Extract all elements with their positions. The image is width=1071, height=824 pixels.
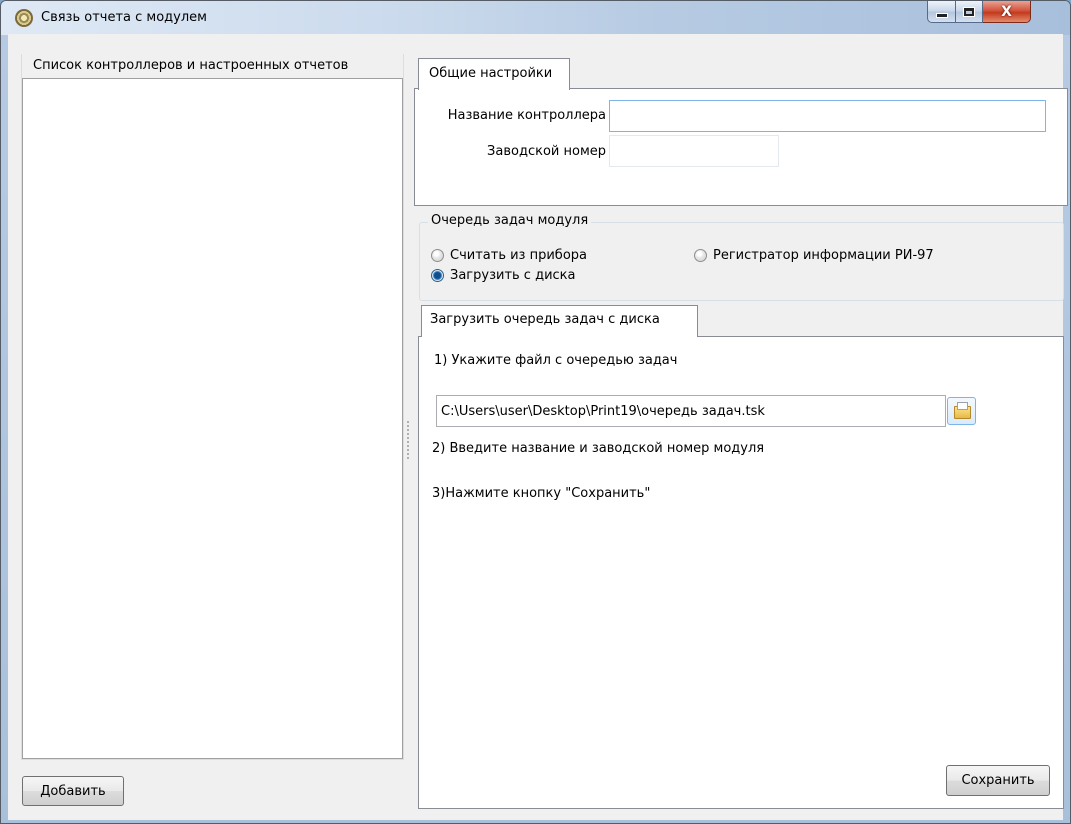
window-title: Связь отчета с модулем [41, 10, 207, 25]
radio-read-from-device[interactable]: Считать из прибора [431, 248, 587, 263]
tab-load-from-disk[interactable]: Загрузить очередь задач с диска [421, 305, 698, 337]
serial-number-input[interactable] [609, 135, 779, 167]
title-bar[interactable]: Связь отчета с модулем X [1, 1, 1070, 35]
serial-number-label: Заводской номер [487, 144, 606, 159]
add-button[interactable]: Добавить [22, 776, 124, 806]
tab-general-settings[interactable]: Общие настройки [418, 58, 570, 90]
client-area-top [8, 34, 1063, 56]
step2-text: 2) Введите название и заводской номер мо… [432, 441, 765, 456]
file-path-input[interactable] [436, 395, 946, 427]
controllers-group-title: Список контроллеров и настроенных отчето… [31, 58, 351, 73]
close-icon: X [1001, 3, 1012, 20]
minimize-icon [936, 14, 947, 17]
radio-load-from-disk[interactable]: Загрузить с диска [431, 268, 576, 283]
radio-checked-icon [431, 269, 444, 282]
task-queue-title: Очередь задач модуля [428, 213, 592, 228]
controllers-list[interactable] [22, 78, 403, 759]
step1-text: 1) Укажите файл с очередью задач [434, 353, 678, 368]
maximize-button[interactable] [956, 1, 983, 23]
browse-button[interactable] [947, 397, 976, 425]
radio-read-from-device-label: Считать из прибора [450, 248, 587, 263]
radio-info-recorder[interactable]: Регистратор информации РИ-97 [694, 248, 934, 263]
controller-name-label: Название контроллера [447, 108, 606, 123]
radio-unchecked-icon [694, 249, 707, 262]
close-button[interactable]: X [983, 1, 1031, 23]
radio-load-from-disk-label: Загрузить с диска [450, 268, 576, 283]
minimize-button[interactable] [927, 1, 956, 23]
open-folder-icon [954, 402, 971, 419]
controller-name-input[interactable] [609, 100, 1046, 132]
save-button[interactable]: Сохранить [946, 765, 1050, 796]
maximize-icon [964, 7, 974, 16]
window-controls: X [927, 1, 1031, 23]
splitter-handle[interactable] [406, 420, 410, 460]
app-icon [15, 9, 33, 27]
radio-unchecked-icon [431, 249, 444, 262]
step3-text: 3)Нажмите кнопку "Сохранить" [432, 486, 651, 501]
radio-info-recorder-label: Регистратор информации РИ-97 [713, 248, 934, 263]
